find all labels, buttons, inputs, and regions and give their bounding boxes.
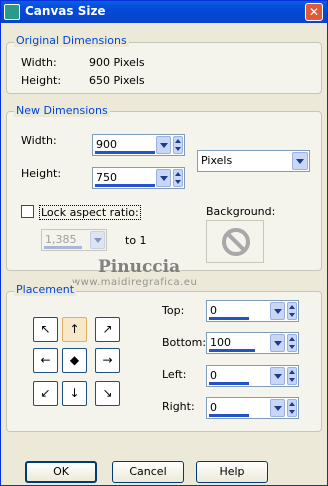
anchor-bottom-center-icon[interactable]: ↓ — [62, 381, 87, 406]
right-label: Right: — [162, 400, 195, 413]
ok-button[interactable]: OK — [25, 461, 97, 483]
bottom-updown-icon[interactable] — [287, 334, 297, 352]
lock-aspect-ratio-checkbox[interactable] — [21, 205, 34, 218]
right-dropdown-arrow-icon[interactable] — [270, 399, 285, 417]
background-color-swatch[interactable] — [206, 220, 264, 263]
canvas-size-dialog: Canvas Size ✕ Original Dimensions Width:… — [0, 0, 328, 486]
watermark-site: www.maidiregrafica.eu — [72, 277, 198, 288]
top-updown-icon[interactable] — [287, 302, 297, 320]
units-select[interactable]: Pixels — [197, 150, 310, 172]
lock-aspect-ratio-label[interactable]: Lock aspect ratio: — [39, 205, 141, 220]
width-label: Width: — [21, 134, 57, 147]
placement-title: Placement — [14, 283, 77, 296]
bottom-dropdown-arrow-icon[interactable] — [270, 334, 285, 352]
width-value[interactable]: 900 — [96, 138, 117, 151]
anchor-top-right-icon[interactable]: ↗ — [95, 317, 120, 342]
top-dropdown-arrow-icon[interactable] — [270, 302, 285, 320]
help-button[interactable]: Help — [196, 461, 268, 483]
aspect-ratio-spinbox: 1,385 — [41, 229, 107, 251]
anchor-middle-right-icon[interactable]: → — [95, 348, 120, 373]
height-label: Height: — [21, 167, 62, 180]
height-updown-icon[interactable] — [173, 169, 183, 187]
close-button[interactable]: ✕ — [305, 3, 323, 21]
background-label: Background: — [206, 205, 276, 218]
width-spinbox[interactable]: 900 — [92, 134, 185, 156]
watermark-name: Pinuccia — [98, 257, 181, 277]
anchor-top-center-icon[interactable]: ↑ — [62, 317, 87, 342]
aspect-ratio-value: 1,385 — [45, 233, 77, 246]
original-dimensions-title: Original Dimensions — [14, 34, 129, 47]
height-dropdown-arrow-icon[interactable] — [156, 169, 171, 187]
left-dropdown-arrow-icon[interactable] — [270, 367, 285, 385]
title-bar[interactable]: Canvas Size ✕ — [1, 1, 327, 23]
left-spinbox[interactable]: 0 — [206, 365, 299, 387]
width-updown-icon[interactable] — [173, 136, 183, 154]
right-updown-icon[interactable] — [287, 399, 297, 417]
bottom-label: Bottom: — [162, 336, 207, 349]
original-width-value: 900 Pixels — [89, 56, 145, 69]
top-slider-bar[interactable] — [209, 317, 249, 320]
top-value[interactable]: 0 — [210, 304, 217, 317]
bottom-value[interactable]: 100 — [210, 336, 231, 349]
bottom-slider-bar[interactable] — [209, 349, 255, 352]
anchor-top-left-icon[interactable]: ↖ — [33, 317, 58, 342]
height-spinbox[interactable]: 750 — [92, 167, 185, 189]
ratio-suffix-label: to 1 — [125, 234, 147, 247]
original-height-value: 650 Pixels — [89, 74, 145, 87]
original-height-label: Height: — [21, 74, 62, 87]
right-slider-bar[interactable] — [209, 414, 249, 417]
anchor-bottom-left-icon[interactable]: ↙ — [33, 381, 58, 406]
units-value: Pixels — [201, 154, 233, 167]
window-title: Canvas Size — [25, 4, 106, 18]
left-slider-bar[interactable] — [209, 382, 249, 385]
units-dropdown-arrow-icon[interactable] — [292, 152, 308, 170]
right-spinbox[interactable]: 0 — [206, 397, 299, 419]
height-slider-bar[interactable] — [95, 184, 155, 187]
width-slider-bar[interactable] — [95, 151, 155, 154]
anchor-center-icon[interactable]: ◆ — [62, 348, 87, 373]
anchor-middle-left-icon[interactable]: ← — [33, 348, 58, 373]
left-updown-icon[interactable] — [287, 367, 297, 385]
no-color-icon — [222, 228, 250, 256]
height-value[interactable]: 750 — [96, 171, 117, 184]
aspect-ratio-slider-bar — [44, 246, 82, 249]
left-label: Left: — [162, 368, 187, 381]
cancel-button[interactable]: Cancel — [112, 461, 184, 483]
anchor-bottom-right-icon[interactable]: ↘ — [95, 381, 120, 406]
right-value[interactable]: 0 — [210, 401, 217, 414]
width-dropdown-arrow-icon[interactable] — [156, 136, 171, 154]
top-spinbox[interactable]: 0 — [206, 300, 299, 322]
aspect-ratio-dropdown-arrow-icon — [90, 231, 105, 249]
left-value[interactable]: 0 — [210, 369, 217, 382]
top-label: Top: — [162, 304, 185, 317]
original-width-label: Width: — [21, 56, 57, 69]
new-dimensions-title: New Dimensions — [14, 104, 110, 117]
app-icon — [4, 4, 20, 20]
bottom-spinbox[interactable]: 100 — [206, 332, 299, 354]
